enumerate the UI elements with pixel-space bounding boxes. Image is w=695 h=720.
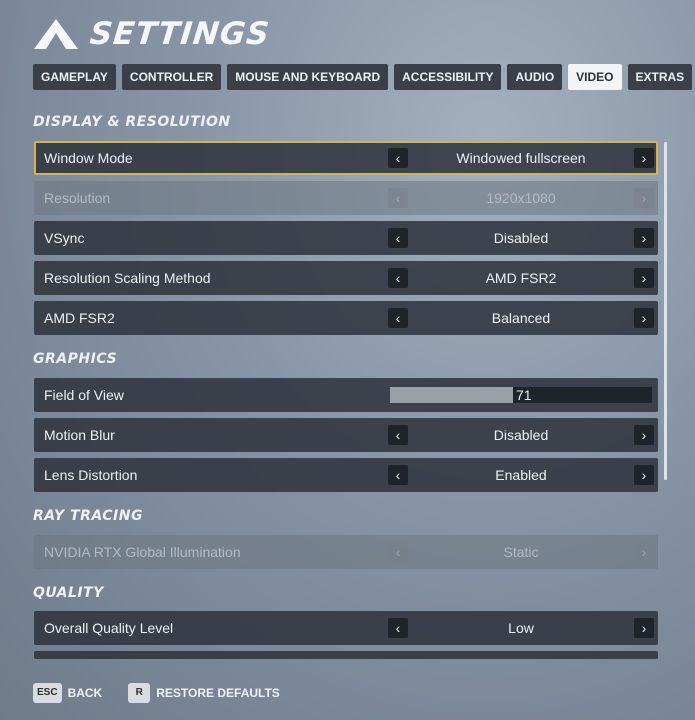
setting-amd-fsr2[interactable]: AMD FSR2 ‹ Balanced › <box>34 301 658 335</box>
chevron-right-icon[interactable]: › <box>634 148 654 168</box>
chevron-right-icon[interactable]: › <box>634 268 654 288</box>
back-hint[interactable]: ESC BACK <box>33 683 102 703</box>
fov-value: 71 <box>516 387 532 403</box>
setting-field-of-view[interactable]: Field of View 71 <box>34 378 658 412</box>
setting-label: Resolution Scaling Method <box>44 270 211 286</box>
header: SETTINGS <box>32 14 272 54</box>
restore-defaults-hint[interactable]: R RESTORE DEFAULTS <box>128 683 280 703</box>
esc-key-icon: ESC <box>33 683 62 703</box>
setting-label: NVIDIA RTX Global Illumination <box>44 544 241 560</box>
chevron-right-icon[interactable]: › <box>634 425 654 445</box>
chevron-left-icon[interactable]: ‹ <box>388 228 408 248</box>
page-title: SETTINGS <box>88 16 272 52</box>
setting-value: Disabled <box>493 427 549 443</box>
chevron-left-icon[interactable]: ‹ <box>388 268 408 288</box>
chevron-left-icon[interactable]: ‹ <box>388 148 408 168</box>
chevron-left-icon: ‹ <box>388 188 408 208</box>
restore-defaults-label: RESTORE DEFAULTS <box>156 686 280 700</box>
setting-label: Resolution <box>44 190 111 206</box>
setting-value: Low <box>508 620 534 636</box>
setting-value: Enabled <box>495 467 547 483</box>
tab-mouse-and-keyboard[interactable]: MOUSE AND KEYBOARD <box>227 64 389 90</box>
chevron-left-icon[interactable]: ‹ <box>388 308 408 328</box>
setting-overall-quality-level[interactable]: Overall Quality Level ‹ Low › <box>34 611 658 645</box>
setting-label: AMD FSR2 <box>44 310 115 326</box>
setting-resolution: Resolution ‹ 1920x1080 › <box>34 181 658 215</box>
chevron-left-icon[interactable]: ‹ <box>388 425 408 445</box>
chevron-right-icon[interactable]: › <box>634 465 654 485</box>
setting-row-partial <box>34 651 658 659</box>
chevron-left-icon[interactable]: ‹ <box>388 465 408 485</box>
setting-label: Lens Distortion <box>44 467 138 483</box>
chevron-right-icon[interactable]: › <box>634 618 654 638</box>
setting-lens-distortion[interactable]: Lens Distortion ‹ Enabled › <box>34 458 658 492</box>
chevron-right-icon[interactable]: › <box>634 228 654 248</box>
section-ray-tracing: RAY TRACING <box>33 508 143 524</box>
tab-audio[interactable]: AUDIO <box>507 64 563 90</box>
tab-controller[interactable]: CONTROLLER <box>121 64 222 90</box>
setting-rtx-global-illumination: NVIDIA RTX Global Illumination ‹ Static … <box>34 535 658 569</box>
setting-value: 1920x1080 <box>486 190 556 206</box>
chevron-left-icon[interactable]: ‹ <box>388 618 408 638</box>
setting-motion-blur[interactable]: Motion Blur ‹ Disabled › <box>34 418 658 452</box>
setting-vsync[interactable]: VSync ‹ Disabled › <box>34 221 658 255</box>
back-label: BACK <box>67 686 103 700</box>
section-graphics: GRAPHICS <box>33 351 118 367</box>
chevron-right-icon: › <box>634 188 654 208</box>
footer-hints: ESC BACK R RESTORE DEFAULTS <box>33 683 298 703</box>
setting-label: Field of View <box>44 387 124 403</box>
section-display-resolution: DISPLAY & RESOLUTION <box>33 114 231 130</box>
setting-label: Overall Quality Level <box>44 620 174 636</box>
chevron-right-icon: › <box>634 542 654 562</box>
r-key-icon: R <box>128 683 151 703</box>
setting-value: Disabled <box>493 230 549 246</box>
chevron-right-icon[interactable]: › <box>634 308 654 328</box>
scrollbar[interactable] <box>664 142 667 480</box>
setting-value: Balanced <box>491 310 551 326</box>
setting-value: Windowed fullscreen <box>456 150 586 166</box>
setting-value: Static <box>503 544 539 560</box>
fov-slider-fill <box>390 387 514 403</box>
section-quality: QUALITY <box>33 585 104 601</box>
game-logo-icon <box>34 19 78 49</box>
setting-window-mode[interactable]: Window Mode ‹ Windowed fullscreen › <box>34 141 658 175</box>
setting-label: Window Mode <box>44 150 133 166</box>
setting-label: VSync <box>44 230 85 246</box>
setting-value: AMD FSR2 <box>485 270 557 286</box>
tab-accessibility[interactable]: ACCESSIBILITY <box>394 64 502 90</box>
tab-video[interactable]: VIDEO <box>568 64 622 90</box>
tab-bar: GAMEPLAY CONTROLLER MOUSE AND KEYBOARD A… <box>33 64 693 90</box>
chevron-left-icon: ‹ <box>388 542 408 562</box>
setting-resolution-scaling-method[interactable]: Resolution Scaling Method ‹ AMD FSR2 › <box>34 261 658 295</box>
tab-extras[interactable]: EXTRAS <box>627 64 693 90</box>
setting-label: Motion Blur <box>44 427 115 443</box>
tab-gameplay[interactable]: GAMEPLAY <box>33 64 116 90</box>
